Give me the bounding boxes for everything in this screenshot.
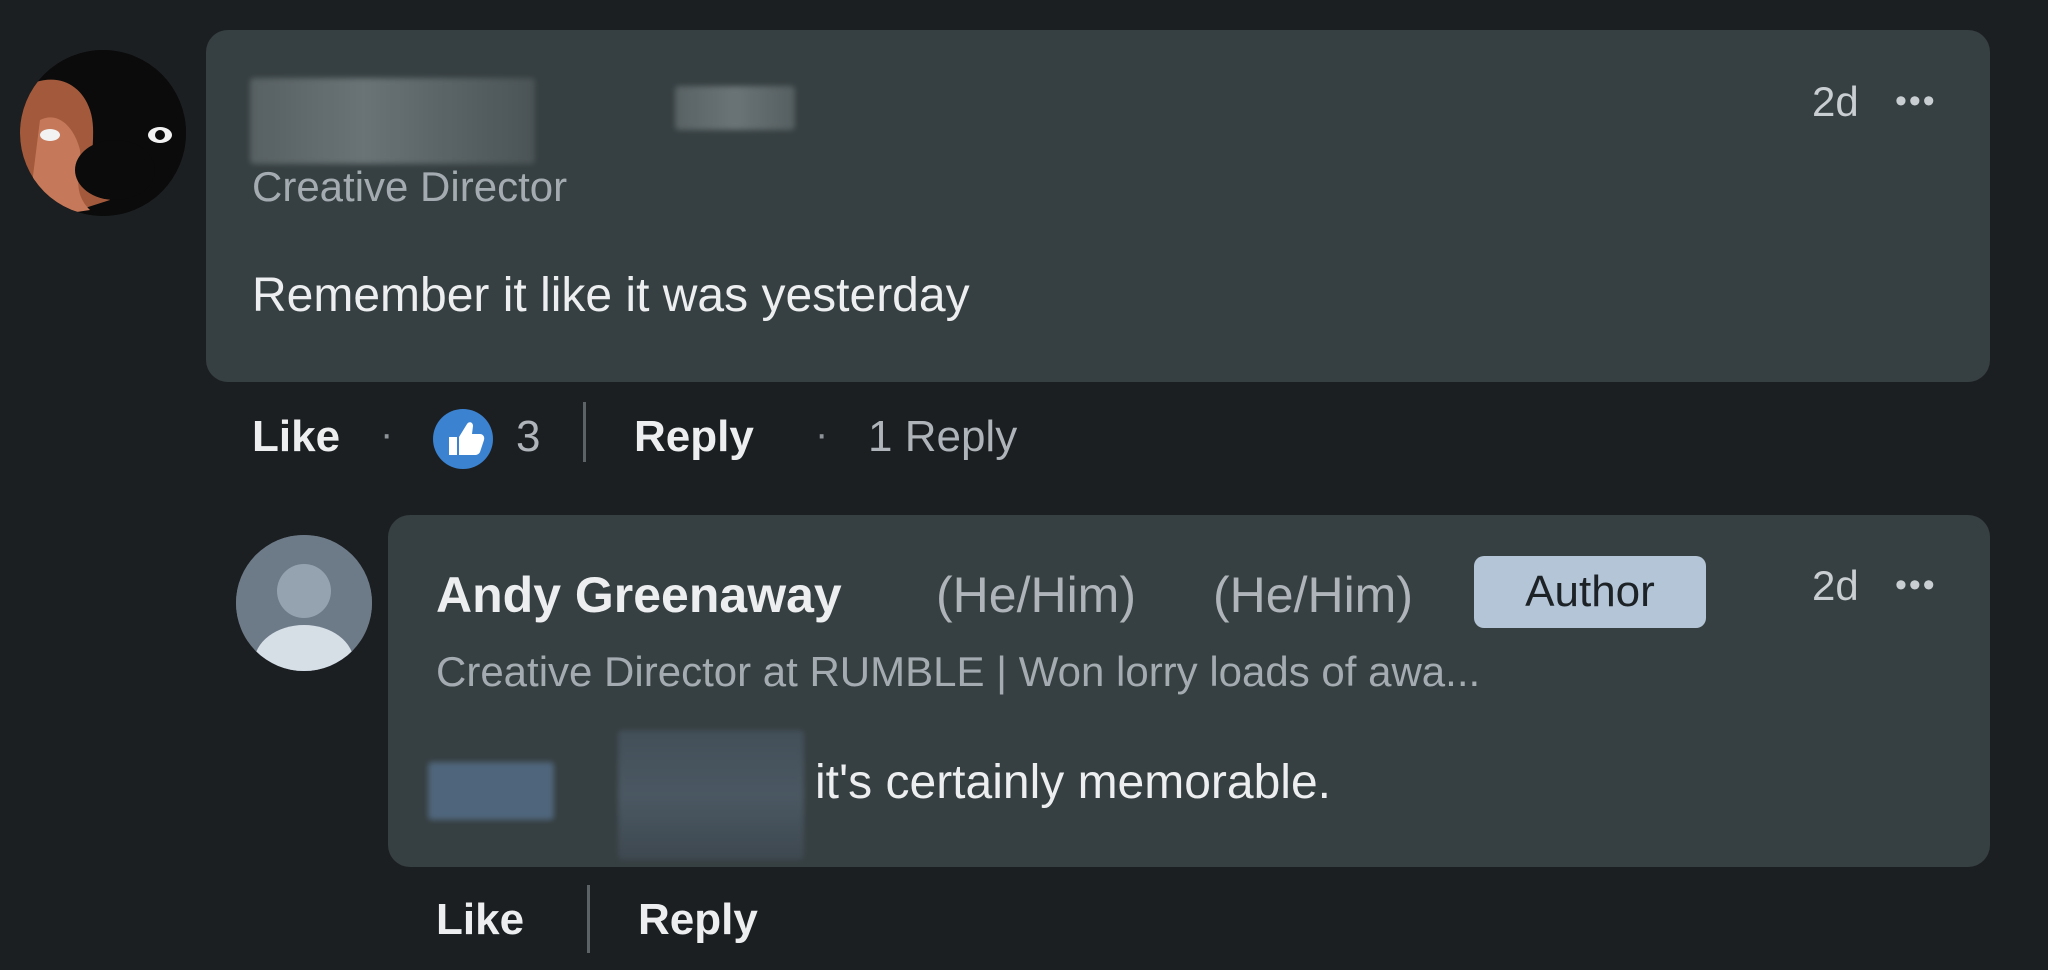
- comment-reply-button[interactable]: Reply: [634, 412, 754, 462]
- redacted-mention-part: [618, 730, 804, 860]
- commenter-avatar[interactable]: [20, 50, 186, 216]
- comment-text: Remember it like it was yesterday: [252, 269, 970, 322]
- reply-author-headline: Creative Director at RUMBLE | Won lorry …: [436, 648, 1481, 695]
- redacted-name-part: [675, 86, 795, 130]
- comment-more-options-icon[interactable]: •••: [1895, 84, 1937, 118]
- action-separator: ·: [815, 412, 829, 456]
- view-replies-link[interactable]: 1 Reply: [868, 412, 1017, 462]
- reply-more-options-icon[interactable]: •••: [1895, 568, 1937, 602]
- action-divider: [587, 885, 590, 953]
- action-divider: [583, 402, 586, 462]
- thumbs-up-icon[interactable]: [432, 408, 494, 470]
- reply-author-name[interactable]: Andy Greenaway: [436, 566, 842, 624]
- reply-like-button[interactable]: Like: [436, 895, 524, 945]
- comment-timestamp: 2d: [1812, 78, 1859, 125]
- redacted-mention: [428, 762, 554, 820]
- comment-like-button[interactable]: Like: [252, 412, 340, 462]
- reply-author-pronouns: (He/Him): [936, 567, 1136, 623]
- commenter-avatar-image: [20, 50, 186, 216]
- reply-reply-button[interactable]: Reply: [638, 895, 758, 945]
- reaction-count[interactable]: 3: [516, 412, 540, 462]
- author-badge: Author: [1474, 556, 1706, 628]
- reply-author-avatar[interactable]: [236, 535, 372, 671]
- action-separator: ·: [380, 412, 394, 456]
- commenter-headline: Creative Director: [252, 163, 568, 210]
- reply-text: it's certainly memorable.: [815, 756, 1331, 809]
- redacted-name: [250, 78, 535, 164]
- comment-thread: Creative Director 2d ••• Remember it lik…: [0, 0, 2048, 970]
- default-profile-icon: [236, 535, 372, 671]
- reply-timestamp: 2d: [1812, 562, 1859, 609]
- reply-author-pronouns-repeat: (He/Him): [1213, 567, 1413, 623]
